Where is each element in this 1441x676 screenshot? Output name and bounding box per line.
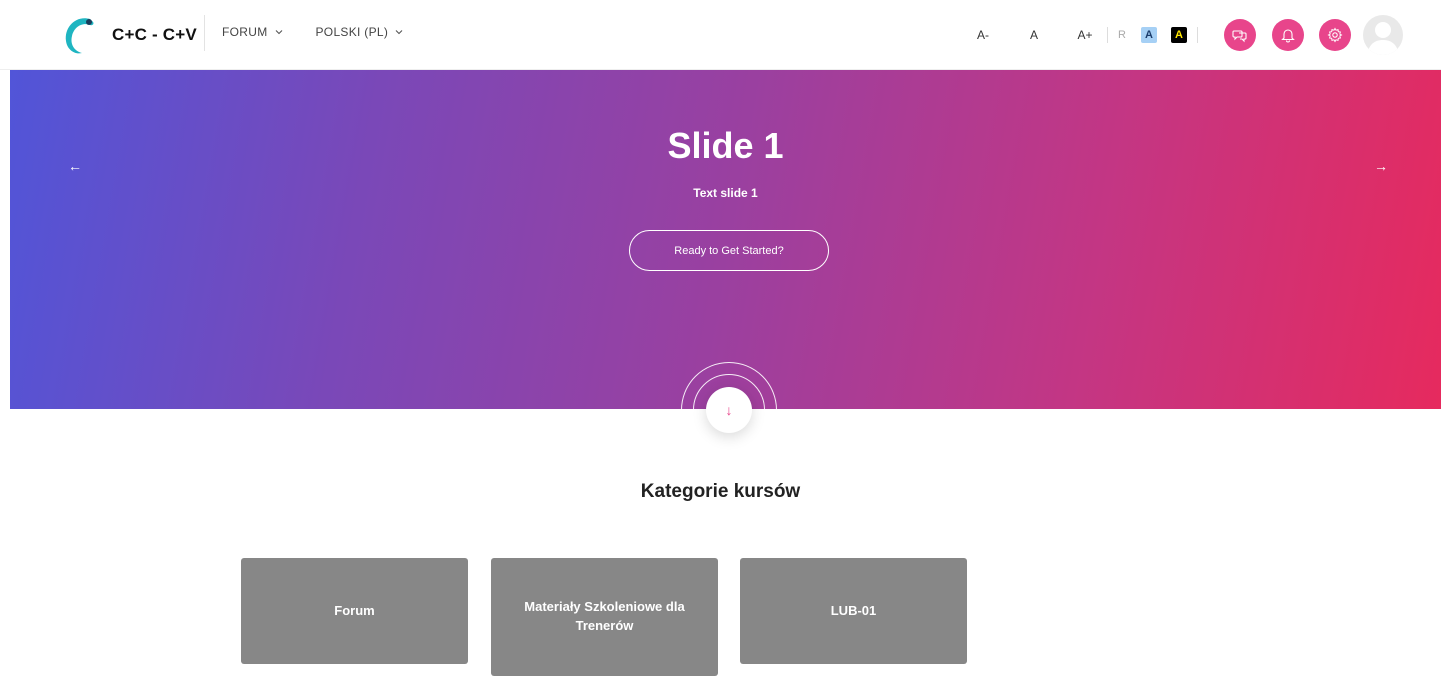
scroll-down-indicator: ↓ xyxy=(679,360,779,458)
menu-language[interactable]: POLSKI (PL) xyxy=(316,25,404,39)
category-card-label: LUB-01 xyxy=(830,602,877,618)
main-menu: FORUM POLSKI (PL) xyxy=(222,25,403,39)
chevron-down-icon xyxy=(275,30,282,35)
brand-logo-icon xyxy=(65,18,94,54)
nav-divider xyxy=(204,15,205,51)
category-card-materials[interactable]: Materiały Szkoleniowe dla Trenerów xyxy=(491,558,718,676)
font-decrease-button[interactable]: A- xyxy=(973,28,993,42)
font-increase-button[interactable]: A+ xyxy=(1075,28,1095,42)
category-card-label: Forum xyxy=(334,602,375,618)
scroll-down-button[interactable]: ↓ xyxy=(706,387,752,433)
slide-title: Slide 1 xyxy=(667,125,784,166)
brand[interactable]: C+C - C+V xyxy=(62,13,197,57)
category-card-forum[interactable]: Forum xyxy=(241,558,468,664)
top-navbar: C+C - C+V FORUM POLSKI (PL) A- A A+ R A … xyxy=(0,0,1441,70)
contrast-blue-button[interactable]: A xyxy=(1140,27,1157,43)
user-avatar-icon xyxy=(1367,22,1399,55)
messages-button[interactable] xyxy=(1224,19,1256,51)
menu-forum-label: FORUM xyxy=(222,25,268,39)
font-reset-button[interactable]: A xyxy=(1024,28,1044,42)
category-card-label: Materiały Szkoleniowe dla Trenerów xyxy=(524,599,685,633)
toolbar-separator xyxy=(1196,27,1198,43)
categories-title: Kategorie kursów xyxy=(640,481,801,502)
category-card-lub01[interactable]: LUB-01 xyxy=(740,558,967,664)
settings-icon xyxy=(1327,27,1343,43)
hero-slider: ← Slide 1 Text slide 1 Ready to Get Star… xyxy=(10,70,1441,458)
messages-icon xyxy=(1232,30,1247,43)
slide-text: Text slide 1 xyxy=(693,186,758,200)
settings-button[interactable] xyxy=(1319,19,1351,51)
accessibility-toolbar: A- A A+ R A A xyxy=(973,27,1208,43)
contrast-black-button[interactable]: A xyxy=(1170,27,1187,43)
user-avatar[interactable] xyxy=(1363,15,1403,55)
slider-next-button[interactable]: → xyxy=(1374,158,1388,174)
chevron-down-icon xyxy=(395,30,403,35)
toolbar-separator xyxy=(1107,27,1108,43)
contrast-reset-button[interactable]: R xyxy=(1118,29,1126,41)
brand-name: C+C - C+V xyxy=(112,25,197,44)
menu-forum[interactable]: FORUM xyxy=(222,25,283,39)
notifications-button[interactable] xyxy=(1272,19,1304,51)
get-started-button[interactable]: Ready to Get Started? xyxy=(629,230,829,271)
notifications-icon xyxy=(1281,29,1295,43)
menu-language-label: POLSKI (PL) xyxy=(315,25,389,39)
